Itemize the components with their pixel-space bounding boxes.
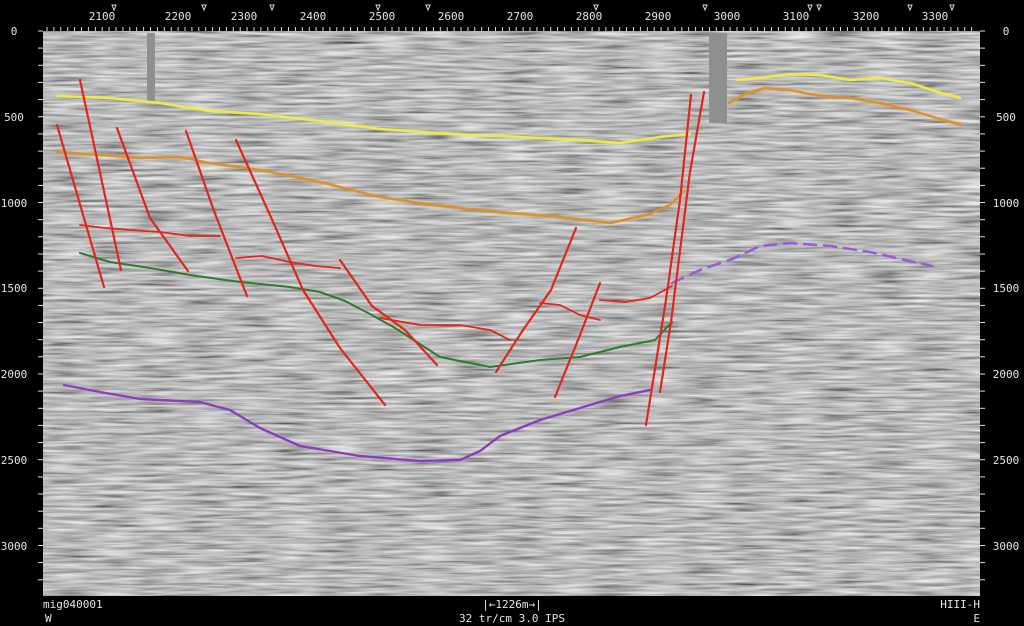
seismic-section-figure: 2100 2200 2300 2400 2500 2600 2700 2800 …	[0, 0, 1024, 626]
time-label: 2500	[993, 454, 1020, 467]
time-label: 2500	[1, 454, 28, 467]
cdp-label: 3000	[714, 10, 741, 23]
cdp-label: 3300	[922, 10, 949, 23]
time-label: 1500	[993, 282, 1020, 295]
data-gap	[709, 33, 727, 123]
time-label: 0	[11, 25, 18, 38]
cdp-label: 2200	[165, 10, 192, 23]
time-label: 0	[1003, 25, 1010, 38]
cdp-label: 3200	[853, 10, 880, 23]
cdp-label: 2600	[438, 10, 465, 23]
east-label: E	[973, 612, 980, 625]
display-params: 32 tr/cm 3.0 IPS	[459, 612, 565, 625]
cdp-label: 2900	[645, 10, 672, 23]
time-label: 500	[4, 111, 24, 124]
time-label: 1000	[1, 197, 28, 210]
time-label: 1500	[1, 282, 28, 295]
cdp-label: 2100	[89, 10, 116, 23]
cdp-label: 2300	[231, 10, 258, 23]
line-name: mig040001	[43, 598, 103, 611]
cdp-label: 2500	[369, 10, 396, 23]
time-label: 3000	[1, 540, 28, 553]
time-label: 1000	[993, 197, 1020, 210]
time-label: 2000	[1, 368, 28, 381]
time-label: 3000	[993, 540, 1020, 553]
scale-bar: |←1226m→|	[482, 598, 542, 611]
cdp-label: 2700	[507, 10, 534, 23]
time-label: 2000	[993, 368, 1020, 381]
seismic-data-panel	[43, 31, 980, 596]
survey-tag: HIII-H	[940, 598, 980, 611]
cdp-label: 2800	[576, 10, 603, 23]
time-label: 500	[996, 111, 1016, 124]
cdp-label: 2400	[300, 10, 327, 23]
west-label: W	[45, 612, 52, 625]
data-gap	[147, 33, 155, 103]
cdp-label: 3100	[783, 10, 810, 23]
